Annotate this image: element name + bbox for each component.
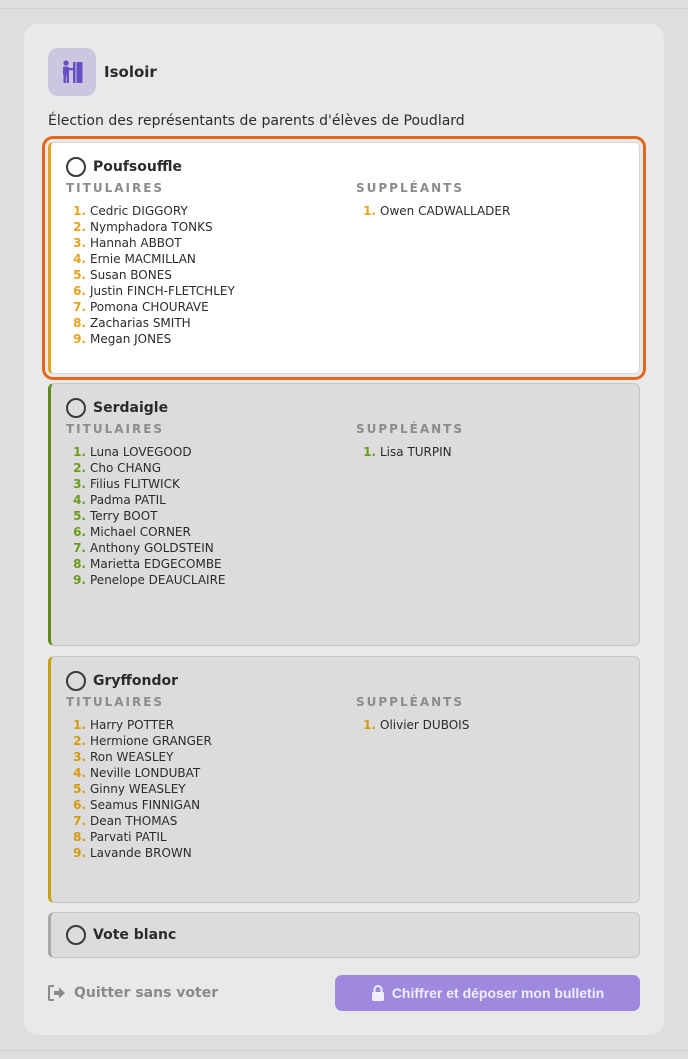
list-item: 1. Olivier DUBOIS bbox=[363, 718, 470, 732]
list-item: 2. Nymphadora TONKS bbox=[73, 220, 213, 234]
option-name: Poufsouffle bbox=[93, 159, 182, 175]
suppleants-header: SUPPLÉANTS bbox=[356, 181, 464, 195]
list-item: 6. Michael CORNER bbox=[73, 525, 191, 539]
list-item: 7. Dean THOMAS bbox=[73, 814, 178, 828]
app-title: Isoloir bbox=[104, 63, 157, 81]
option-name: Gryffondor bbox=[93, 673, 178, 689]
titulaires-header: TITULAIRES bbox=[66, 695, 165, 709]
titulaires-column: TITULAIRES 1. Cedric DIGGORY 2. Nymphadora… bbox=[66, 181, 235, 347]
submit-label: Chiffrer et déposer mon bulletin bbox=[391, 985, 605, 1001]
option-name: Vote blanc bbox=[93, 927, 177, 943]
list-item: 6. Justin FINCH-FLETCHLEY bbox=[73, 284, 235, 298]
titulaires-list: 1. Cedric DIGGORY 2. Nymphadora TONKS 3. Ha… bbox=[66, 203, 235, 347]
list-item: 1. Cedric DIGGORY bbox=[73, 204, 188, 218]
submit-ballot-button[interactable]: Chiffrer et déposer mon bulletin bbox=[335, 975, 640, 1011]
suppleants-column: SUPPLÉANTS 1. Olivier DUBOIS bbox=[356, 695, 469, 733]
option-serdaigle[interactable]: Serdaigle TITULAIRES 1. Luna LOVEGOOD 2. C… bbox=[48, 383, 640, 646]
option-name: Serdaigle bbox=[93, 400, 169, 416]
suppleants-header: SUPPLÉANTS bbox=[356, 695, 464, 709]
titulaires-column: TITULAIRES 1. Luna LOVEGOOD 2. Cho CHANG 3… bbox=[66, 422, 226, 588]
list-item: 6. Seamus FINNIGAN bbox=[73, 798, 201, 812]
voting-booth-panel: Isoloir Élection des représentants de pa… bbox=[24, 24, 664, 1035]
list-item: 3. Hannah ABBOT bbox=[73, 236, 182, 250]
list-item: 3. Ron WEASLEY bbox=[73, 750, 174, 764]
suppleants-header: SUPPLÉANTS bbox=[356, 422, 464, 436]
list-item: 7. Pomona CHOURAVE bbox=[73, 300, 209, 314]
list-item: 7. Anthony GOLDSTEIN bbox=[73, 541, 214, 555]
option-poufsouffle[interactable]: Poufsouffle TITULAIRES 1. Cedric DIGGORY … bbox=[42, 136, 646, 380]
list-item: 9. Lavande BROWN bbox=[73, 846, 192, 860]
list-item: 1. Lisa TURPIN bbox=[363, 445, 452, 459]
election-title: Élection des représentants de parents d'… bbox=[48, 113, 465, 129]
radio-button[interactable] bbox=[66, 398, 86, 418]
voting-booth-icon bbox=[48, 48, 96, 96]
app-header: Isoloir bbox=[48, 48, 157, 96]
option-gryffondor[interactable]: Gryffondor TITULAIRES 1. Harry POTTER 2. H… bbox=[48, 656, 640, 903]
list-item: 1. Luna LOVEGOOD bbox=[73, 445, 192, 459]
list-item: 4. Neville LONDUBAT bbox=[73, 766, 201, 780]
list-item: 4. Padma PATIL bbox=[73, 493, 166, 507]
titulaires-list: 1. Luna LOVEGOOD 2. Cho CHANG 3. Filius FLI… bbox=[66, 444, 226, 588]
titulaires-header: TITULAIRES bbox=[66, 181, 165, 195]
list-item: 8. Zacharias SMITH bbox=[73, 316, 191, 330]
suppleants-list: 1. Lisa TURPIN bbox=[356, 444, 464, 460]
list-item: 4. Ernie MACMILLAN bbox=[73, 252, 196, 266]
radio-button[interactable] bbox=[66, 671, 86, 691]
list-item: 1. Harry POTTER bbox=[73, 718, 174, 732]
list-item: 8. Parvati PATIL bbox=[73, 830, 167, 844]
list-item: 5. Susan BONES bbox=[73, 268, 172, 282]
list-item: 9. Megan JONES bbox=[73, 332, 172, 346]
suppleants-column: SUPPLÉANTS 1. Owen CADWALLADER bbox=[356, 181, 510, 219]
list-item: 1. Owen CADWALLADER bbox=[363, 204, 511, 218]
titulaires-list: 1. Harry POTTER 2. Hermione GRANGER 3. Ron … bbox=[66, 717, 212, 861]
radio-button[interactable] bbox=[66, 157, 86, 177]
titulaires-column: TITULAIRES 1. Harry POTTER 2. Hermione GRA… bbox=[66, 695, 212, 861]
lock-icon bbox=[371, 985, 385, 1001]
quit-label: Quitter sans voter bbox=[74, 985, 219, 1001]
titulaires-header: TITULAIRES bbox=[66, 422, 165, 436]
quit-button[interactable]: Quitter sans voter bbox=[48, 984, 218, 1002]
list-item: 5. Terry BOOT bbox=[73, 509, 158, 523]
suppleants-list: 1. Olivier DUBOIS bbox=[356, 717, 469, 733]
suppleants-list: 1. Owen CADWALLADER bbox=[356, 203, 510, 219]
list-item: 2. Cho CHANG bbox=[73, 461, 162, 475]
radio-button[interactable] bbox=[66, 925, 86, 945]
list-item: 5. Ginny WEASLEY bbox=[73, 782, 186, 796]
option-vote-blanc[interactable]: Vote blanc bbox=[48, 912, 640, 958]
list-item: 8. Marietta EDGECOMBE bbox=[73, 557, 222, 571]
bottom-divider bbox=[0, 1050, 688, 1051]
sign-out-icon bbox=[48, 985, 66, 1001]
top-divider bbox=[0, 8, 688, 9]
list-item: 3. Filius FLITWICK bbox=[73, 477, 180, 491]
suppleants-column: SUPPLÉANTS 1. Lisa TURPIN bbox=[356, 422, 464, 460]
list-item: 2. Hermione GRANGER bbox=[73, 734, 212, 748]
list-item: 9. Penelope DEAUCLAIRE bbox=[73, 573, 226, 587]
